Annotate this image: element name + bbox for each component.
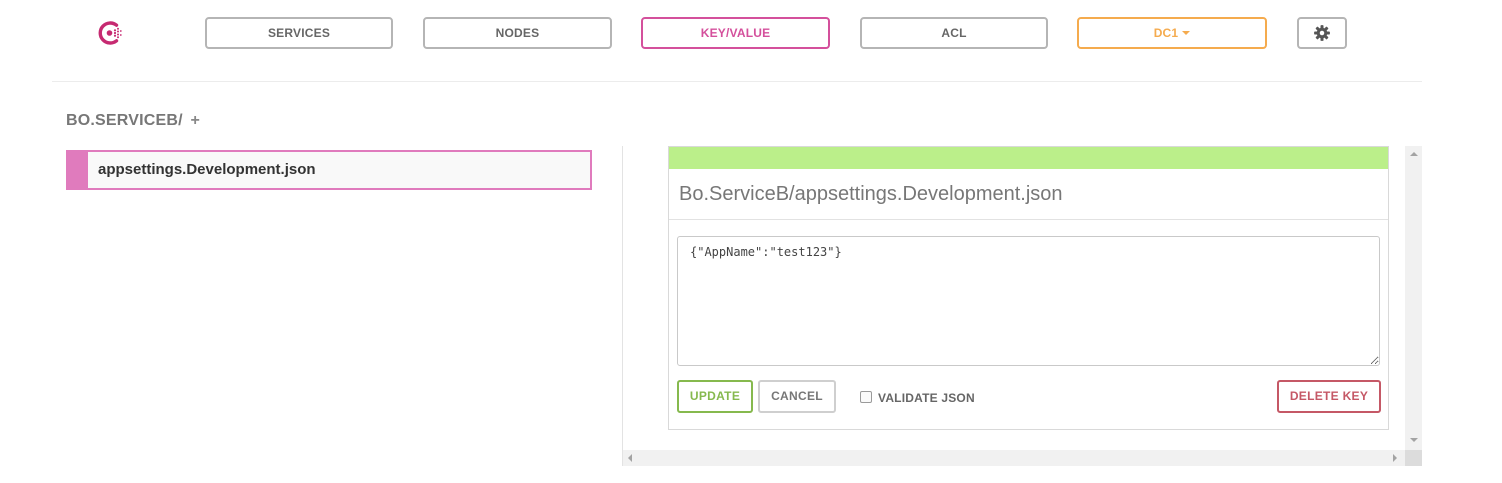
caret-down-icon (1182, 30, 1191, 35)
nav-key-value-button[interactable]: KEY/VALUE (641, 17, 830, 49)
delete-key-button[interactable]: DELETE KEY (1277, 380, 1381, 413)
column-divider (622, 146, 623, 466)
key-item-indicator (68, 152, 88, 188)
validate-json-label: VALIDATE JSON (878, 391, 975, 405)
key-list-item[interactable]: appsettings.Development.json (66, 150, 592, 190)
gear-icon (1314, 25, 1330, 41)
nav-acl-button[interactable]: ACL (860, 17, 1048, 49)
header-divider (52, 81, 1422, 82)
key-item-label: appsettings.Development.json (98, 161, 316, 178)
consul-logo-icon[interactable] (96, 19, 124, 47)
scrollbar-corner (1405, 450, 1422, 466)
cancel-button[interactable]: CANCEL (758, 380, 836, 413)
scroll-right-icon[interactable] (1393, 454, 1397, 462)
add-key-button[interactable]: + (190, 112, 200, 129)
top-navigation: SERVICES NODES KEY/VALUE ACL DC1 (0, 0, 1502, 82)
scroll-up-icon[interactable] (1410, 152, 1418, 156)
nav-services-button[interactable]: SERVICES (205, 17, 393, 49)
key-value-textarea[interactable]: {"AppName":"test123"} (677, 236, 1380, 366)
breadcrumb: BO.SERVICEB/ + (66, 112, 200, 130)
validate-json-checkbox[interactable] (860, 390, 872, 403)
key-editor-title: Bo.ServiceB/appsettings.Development.json (679, 183, 1063, 205)
status-bar (669, 147, 1388, 169)
datacenter-dropdown[interactable]: DC1 (1077, 17, 1267, 49)
update-button[interactable]: UPDATE (677, 380, 753, 413)
validate-json-toggle[interactable]: VALIDATE JSON (860, 388, 975, 405)
key-editor-panel: Bo.ServiceB/appsettings.Development.json… (668, 146, 1389, 430)
breadcrumb-path[interactable]: BO.SERVICEB/ (66, 112, 183, 129)
nav-nodes-button[interactable]: NODES (423, 17, 612, 49)
panel-separator (669, 219, 1388, 220)
scroll-down-icon[interactable] (1410, 438, 1418, 442)
horizontal-scrollbar[interactable] (623, 450, 1405, 466)
vertical-scrollbar[interactable] (1405, 146, 1422, 452)
scroll-left-icon[interactable] (628, 454, 632, 462)
settings-button[interactable] (1297, 17, 1347, 49)
datacenter-label: DC1 (1153, 26, 1179, 40)
